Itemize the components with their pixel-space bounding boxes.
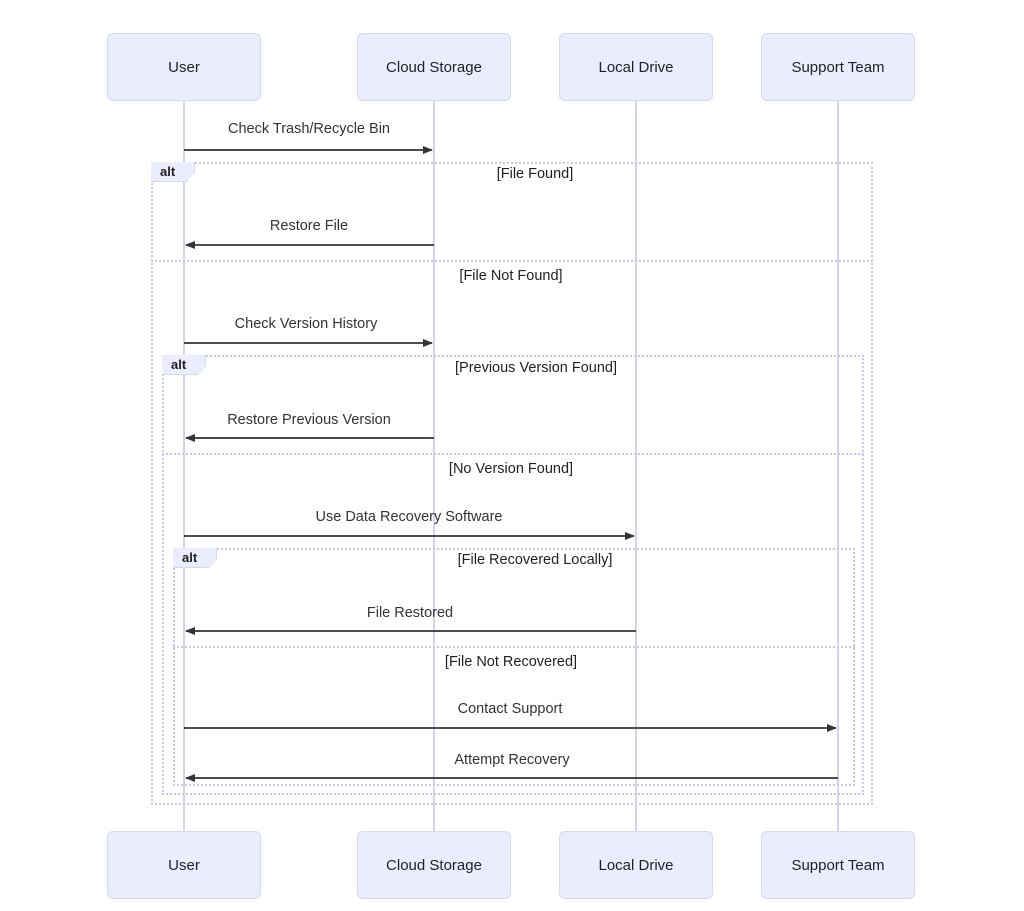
alt-branch-divider-alt3-1 [173, 646, 855, 648]
alt-branch-divider-alt1-1 [151, 260, 873, 262]
alt-keyword-label-alt3: alt [173, 548, 217, 568]
actor-label-local: Local Drive [598, 58, 674, 76]
message-label-m1: Check Trash/Recycle Bin [228, 121, 390, 137]
sequence-diagram-canvas: User Cloud Storage Local Drive Support Team… [0, 0, 1024, 911]
message-label-m8: Attempt Recovery [454, 752, 570, 768]
actor-label-support: Support Team [791, 856, 885, 874]
actor-box-cloud-bottom[interactable]: Cloud Storage [357, 831, 511, 899]
actor-box-support-top[interactable]: Support Team [761, 33, 915, 101]
actor-label-local: Local Drive [598, 856, 674, 874]
message-label-m5: Use Data Recovery Software [315, 509, 503, 525]
actor-box-local-top[interactable]: Local Drive [559, 33, 713, 101]
actor-label-support: Support Team [791, 58, 885, 76]
actor-box-user-bottom[interactable]: User [107, 831, 261, 899]
alt-condition-label: [File Recovered Locally] [457, 552, 613, 568]
alt-condition-label: [File Found] [496, 166, 574, 182]
actor-label-cloud: Cloud Storage [386, 58, 482, 76]
alt-keyword-text: alt [160, 164, 176, 179]
alt-branch-divider-alt2-1 [162, 453, 864, 455]
actor-label-user: User [168, 856, 200, 874]
actor-label-user: User [168, 58, 200, 76]
alt-condition-label: [File Not Recovered] [444, 654, 578, 670]
actor-box-local-bottom[interactable]: Local Drive [559, 831, 713, 899]
alt-keyword-text: alt [182, 550, 198, 565]
actor-label-cloud: Cloud Storage [386, 856, 482, 874]
message-label-m3: Check Version History [234, 316, 378, 332]
message-label-m2: Restore File [269, 218, 349, 234]
message-label-m7: Contact Support [457, 701, 563, 717]
alt-keyword-label-alt2: alt [162, 355, 206, 375]
alt-keyword-text: alt [171, 357, 187, 372]
actor-box-support-bottom[interactable]: Support Team [761, 831, 915, 899]
alt-keyword-label-alt1: alt [151, 162, 195, 182]
actor-box-user-top[interactable]: User [107, 33, 261, 101]
alt-condition-label: [No Version Found] [448, 461, 574, 477]
message-label-m4: Restore Previous Version [227, 412, 391, 428]
message-label-m6: File Restored [366, 605, 454, 621]
alt-condition-label: [File Not Found] [459, 268, 563, 284]
actor-box-cloud-top[interactable]: Cloud Storage [357, 33, 511, 101]
alt-condition-label: [Previous Version Found] [454, 360, 618, 376]
